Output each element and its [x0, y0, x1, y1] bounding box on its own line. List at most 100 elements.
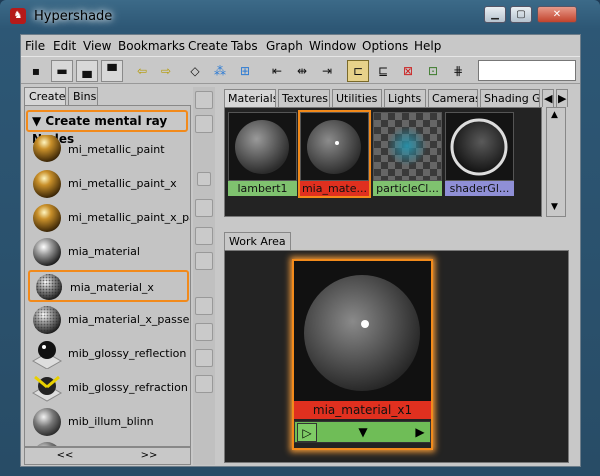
arrow-left-icon[interactable]: ⇦	[131, 60, 153, 82]
tab-create[interactable]: Create	[24, 87, 66, 105]
scroll-up-icon[interactable]: ▲	[551, 110, 558, 120]
menu-options[interactable]: Options	[362, 39, 408, 53]
menu-graph[interactable]: Graph	[266, 39, 303, 53]
menu-tabs[interactable]: Tabs	[231, 39, 258, 53]
swatch-lambert1[interactable]: lambert1	[228, 112, 297, 196]
graph-network-icon[interactable]: ⊞	[234, 60, 256, 82]
tab-textures[interactable]: Textures	[278, 89, 330, 107]
tab-materials[interactable]: Materials	[224, 89, 276, 107]
maya-app-icon: ♞	[10, 8, 26, 24]
strip-filter-icon[interactable]	[195, 323, 213, 341]
graph-materials-icon[interactable]: ⁂	[209, 60, 231, 82]
gold-sphere-icon	[31, 134, 63, 165]
title-bar[interactable]: ♞ Hypershade ▁ ▢ ✕	[0, 0, 600, 32]
output-connections-icon[interactable]: ⇥	[316, 60, 338, 82]
menu-help[interactable]: Help	[414, 39, 441, 53]
input-connections-icon[interactable]: ⇤	[266, 60, 288, 82]
toolbar: ▪ ▬ ▄ ▀ ⇦ ⇨ ◇ ⁂ ⊞ ⇤ ⇹ ⇥ ⊏ ⊑ ⊠ ⊡ ⋕	[21, 56, 580, 84]
strip-sort-icon[interactable]	[195, 297, 213, 315]
swatch-mia-material[interactable]: mia_mate...	[298, 110, 371, 198]
tab-utilities[interactable]: Utilities	[332, 89, 382, 107]
list-item[interactable]	[28, 440, 189, 446]
node-controls: ▷ ▼ ▶	[294, 421, 431, 443]
list-item-label: mia_material	[68, 245, 140, 258]
layout-icon[interactable]: ⊑	[372, 60, 394, 82]
list-item[interactable]: mi_metallic_paint	[28, 134, 189, 166]
input-output-connections-icon[interactable]: ⇹	[291, 60, 313, 82]
swatch-label: mia_mate...	[300, 181, 369, 196]
create-panel: Create Bins ▼ Create mental ray Nodes mi…	[24, 87, 191, 465]
tab-cameras[interactable]: Cameras	[428, 89, 478, 107]
play-icon[interactable]: ▶	[410, 423, 430, 442]
glossy-reflection-icon	[31, 339, 63, 370]
window-title: Hypershade	[34, 9, 113, 24]
blinn-sphere-icon	[31, 407, 63, 437]
strip-grid-icon[interactable]	[195, 115, 213, 133]
tab-bins[interactable]: Bins	[68, 87, 98, 105]
strip-material-icon[interactable]	[195, 252, 213, 270]
work-area-panel: Work Area mia_material_x1 ▷ ▼ ▶	[222, 232, 573, 465]
list-item[interactable]: mia_material_x_passes	[28, 304, 190, 336]
list-item[interactable]: mib_glossy_refraction	[28, 372, 189, 404]
work-area-canvas[interactable]: mia_material_x1 ▷ ▼ ▶	[224, 250, 569, 463]
frame-selected-icon[interactable]: ⊡	[422, 60, 444, 82]
tab-scroll-right-icon[interactable]: ▶	[556, 89, 568, 107]
scroll-down-icon[interactable]: ▼	[551, 202, 558, 212]
list-item-selected[interactable]: mia_material_x	[28, 270, 189, 302]
dotted-sphere-icon	[31, 305, 63, 335]
mia-sphere-preview-icon	[294, 261, 431, 401]
glow-sphere-icon	[445, 112, 514, 181]
list-item[interactable]: mia_material	[28, 236, 189, 268]
strip-material-icon[interactable]	[195, 227, 213, 245]
material-swatches: lambert1 mia_mate... particleCl... shade…	[224, 107, 542, 217]
arrow-right-icon[interactable]: ⇨	[155, 60, 177, 82]
rearrange-graph-icon[interactable]: ⊏	[347, 60, 369, 82]
tab-scroll-left-icon[interactable]: ◀	[542, 89, 554, 107]
show-top-tabs-icon[interactable]: ▬	[51, 60, 73, 82]
show-bottom-tabs-icon[interactable]: ▄	[76, 60, 98, 82]
toggle-create-bar-icon[interactable]: ▪	[25, 60, 47, 82]
expand-down-icon[interactable]: ▼	[353, 423, 373, 442]
list-item[interactable]: mi_metallic_paint_x_passes	[28, 202, 190, 234]
gold-sphere-icon	[31, 203, 63, 233]
create-nodes-dropdown[interactable]: ▼ Create mental ray Nodes	[26, 110, 188, 146]
menu-edit[interactable]: Edit	[53, 39, 76, 53]
minimize-icon[interactable]: ▁	[484, 6, 506, 23]
menu-bookmarks[interactable]: Bookmarks	[118, 39, 185, 53]
lambert-sphere-icon	[228, 112, 297, 181]
menu-view[interactable]: View	[83, 39, 111, 53]
clear-graph-icon[interactable]: ⊠	[397, 60, 419, 82]
dropdown-arrow-icon: ▼	[32, 114, 46, 128]
tab-work-area[interactable]: Work Area	[224, 232, 291, 250]
show-both-tabs-icon[interactable]: ▀	[101, 60, 123, 82]
list-item[interactable]: mib_glossy_reflection	[28, 338, 189, 370]
list-item[interactable]: mib_illum_blinn	[28, 406, 189, 438]
strip-sphere-icon[interactable]	[195, 91, 213, 109]
tab-shading-groups[interactable]: Shading Gro	[480, 89, 540, 107]
strip-list-icon[interactable]	[195, 375, 213, 393]
maximize-icon[interactable]: ▢	[510, 6, 532, 23]
swatch-label: lambert1	[228, 181, 297, 196]
close-icon[interactable]: ✕	[537, 6, 577, 23]
swatch-label: shaderGl...	[445, 181, 514, 196]
mia-sphere-icon	[300, 112, 369, 181]
search-field[interactable]	[478, 60, 576, 81]
list-item[interactable]: mi_metallic_paint_x	[28, 168, 189, 200]
play-outline-icon[interactable]: ▷	[297, 423, 317, 442]
swatch-shader-glow[interactable]: shaderGl...	[445, 112, 514, 196]
menu-window[interactable]: Window	[309, 39, 356, 53]
node-list: ▼ Create mental ray Nodes mi_metallic_pa…	[24, 105, 191, 447]
strip-clock-icon[interactable]	[195, 349, 213, 367]
strip-material-icon[interactable]	[195, 199, 213, 217]
tab-layout-icon[interactable]: ⋕	[447, 60, 469, 82]
scroll-right-button[interactable]: >>	[109, 449, 189, 463]
shader-node[interactable]: mia_material_x1 ▷ ▼ ▶	[292, 259, 433, 450]
tab-lights[interactable]: Lights	[384, 89, 426, 107]
eraser-icon[interactable]: ◇	[184, 60, 206, 82]
strip-small-icon[interactable]	[197, 172, 211, 186]
menu-file[interactable]: File	[25, 39, 45, 53]
swatch-particle-cloud[interactable]: particleCl...	[373, 112, 442, 196]
swatch-scrollbar[interactable]: ▲ ▼	[546, 107, 566, 217]
scroll-left-button[interactable]: <<	[25, 449, 105, 463]
menu-create[interactable]: Create	[188, 39, 228, 53]
